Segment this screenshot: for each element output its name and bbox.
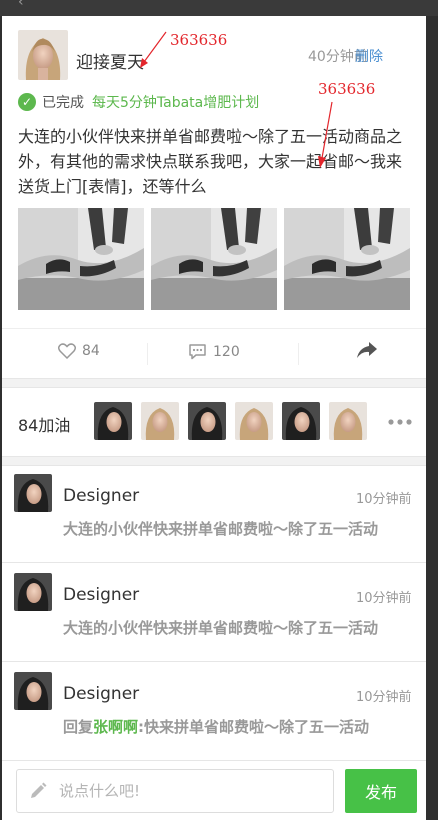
post-text: 大连的小伙伴快来拼单省邮费啦～除了五一活动商品之外，有其他的需求快点联系我吧，大… — [18, 127, 403, 196]
post-author-name[interactable]: 迎接夏天 — [76, 48, 144, 73]
photo-grid — [18, 208, 410, 310]
pencil-icon — [31, 782, 47, 798]
post-card: 迎接夏天 40分钟前 删除 ✓ 已完成 每天5分钟Tabata增肥计划 大连的小… — [2, 16, 426, 378]
post-photo[interactable] — [18, 208, 144, 310]
comment-item: Designer 10分钟前 大连的小伙伴快来拼单省邮费啦～除了五一活动 — [2, 464, 426, 563]
comment-item: Designer 10分钟前 回复张啊啊:快来拼单省邮费啦～除了五一活动 — [2, 662, 426, 761]
cheer-avatar[interactable] — [94, 402, 132, 440]
avatar-dark-hair-image — [14, 672, 52, 710]
avatar-blonde-image — [235, 402, 273, 440]
like-button[interactable]: 84 — [58, 343, 100, 359]
commenter-avatar[interactable] — [14, 474, 52, 512]
avatar-dark-hair-image — [188, 402, 226, 440]
publish-button[interactable]: 发布 — [345, 769, 417, 813]
comment-input[interactable] — [57, 781, 301, 801]
cheer-avatar[interactable] — [235, 402, 273, 440]
avatar-dark-hair-image — [282, 402, 320, 440]
post-photo[interactable] — [284, 208, 410, 310]
avatar-dark-hair-image — [94, 402, 132, 440]
comment-time: 10分钟前 — [356, 690, 412, 705]
avatar-dark-hair-image — [14, 474, 52, 512]
divider — [147, 343, 148, 365]
comment-input-bar: 发布 — [2, 760, 426, 820]
reply-text: 快来拼单省邮费啦～除了五一活动 — [144, 718, 370, 736]
comment-button[interactable]: 120 — [188, 343, 240, 360]
completion-status: ✓ 已完成 每天5分钟Tabata增肥计划 — [18, 92, 259, 112]
post-detail-page: 迎接夏天 40分钟前 删除 ✓ 已完成 每天5分钟Tabata增肥计划 大连的小… — [2, 16, 426, 820]
top-bar: ‹ — [0, 0, 438, 16]
cheer-count: 84加油 — [18, 416, 71, 435]
cheer-avatar[interactable] — [141, 402, 179, 440]
commenter-avatar[interactable] — [14, 573, 52, 611]
share-arrow-icon — [357, 342, 377, 358]
comment-bubble-icon — [189, 344, 206, 360]
cheer-avatar[interactable] — [329, 402, 367, 440]
avatar-blonde-image — [329, 402, 367, 440]
cheer-row: 84加油 — [2, 388, 426, 456]
comment-input-box[interactable] — [16, 769, 334, 813]
comment-text: 回复张啊啊:快来拼单省邮费啦～除了五一活动 — [63, 716, 369, 737]
post-photo[interactable] — [151, 208, 277, 310]
workout-photo-image — [18, 208, 144, 310]
post-actions: 84 120 — [2, 328, 426, 379]
heart-outline-icon — [58, 343, 76, 359]
divider — [298, 343, 299, 365]
workout-photo-image — [284, 208, 410, 310]
more-dots-icon[interactable] — [388, 418, 412, 426]
share-button[interactable] — [356, 341, 384, 359]
annotation-label: 363636 — [170, 31, 228, 49]
cheer-avatar[interactable] — [188, 402, 226, 440]
avatar-blonde-image — [141, 402, 179, 440]
post-author-avatar[interactable] — [18, 30, 68, 80]
annotation-arrow-icon — [318, 101, 333, 168]
delete-link[interactable]: 删除 — [355, 46, 383, 66]
comment-item: Designer 10分钟前 大连的小伙伴快来拼单省邮费啦～除了五一活动 — [2, 563, 426, 662]
commenter-name[interactable]: Designer — [63, 684, 139, 704]
status-text: 已完成 — [42, 95, 84, 111]
commenter-avatar[interactable] — [14, 672, 52, 710]
reply-target-name[interactable]: 张啊啊 — [93, 718, 138, 736]
avatar-dark-hair-image — [14, 573, 52, 611]
comment-time: 10分钟前 — [356, 492, 412, 507]
annotation-label: 363636 — [318, 80, 376, 98]
comment-text: 大连的小伙伴快来拼单省邮费啦～除了五一活动 — [63, 619, 379, 637]
annotation-arrow-icon — [140, 31, 167, 68]
section-gap — [2, 378, 426, 388]
comment-time: 10分钟前 — [356, 591, 412, 606]
workout-photo-image — [151, 208, 277, 310]
like-count: 84 — [82, 343, 100, 359]
scrollbar[interactable] — [428, 16, 438, 820]
plan-link[interactable]: 每天5分钟Tabata增肥计划 — [92, 92, 259, 112]
check-circle-icon: ✓ — [18, 93, 36, 111]
reply-prefix: 回复 — [63, 718, 94, 736]
commenter-name[interactable]: Designer — [63, 486, 139, 506]
comment-text: 大连的小伙伴快来拼单省邮费啦～除了五一活动 — [63, 520, 379, 538]
cheer-avatar[interactable] — [282, 402, 320, 440]
back-arrow-icon[interactable]: ‹ — [18, 0, 24, 10]
comment-count: 120 — [213, 343, 240, 360]
avatar-blonde-image — [18, 30, 68, 80]
commenter-name[interactable]: Designer — [63, 585, 139, 605]
